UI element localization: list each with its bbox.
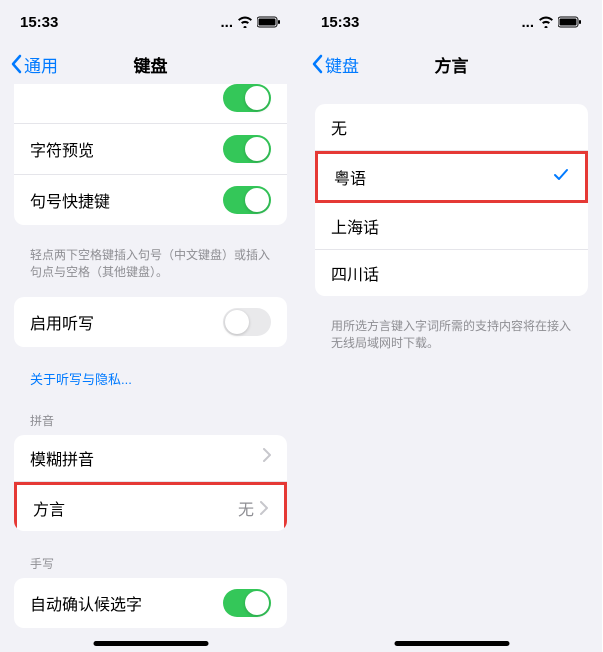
toggle-dictation[interactable] [223,308,271,336]
row-dialect[interactable]: 方言 无 [14,482,287,531]
row-cantonese[interactable]: 粤语 [315,151,588,203]
toggle-unknown[interactable] [223,84,271,112]
section-dialects: 无 粤语 上海话 四川话 [315,104,588,296]
status-indicators: ... [220,14,281,31]
status-bar: 15:33 ... [0,0,301,44]
chevron-left-icon [10,54,22,74]
nav-bar: 通用 键盘 [0,44,301,84]
home-indicator[interactable] [93,641,208,646]
page-title: 键盘 [134,52,168,77]
row-sichuanese[interactable]: 四川话 [315,250,588,296]
dialect-value: 无 [238,496,254,520]
header-handwriting: 手写 [0,547,301,578]
label: 模糊拼音 [30,446,94,470]
home-indicator[interactable] [394,641,509,646]
section-dictation: 启用听写 [14,297,287,347]
partial-row [14,80,287,124]
row-period-shortcut: 句号快捷键 [14,175,287,225]
row-none[interactable]: 无 [315,104,588,151]
value: 无 [238,496,268,520]
checkmark-icon [553,167,569,188]
label: 方言 [33,496,65,520]
back-button[interactable]: 键盘 [311,52,359,77]
battery-icon [558,16,582,28]
row-dictation: 启用听写 [14,297,287,347]
left-phone: 15:33 ... 通用 键盘 字符预览 句号快捷键 [0,0,301,652]
row-auto-confirm: 自动确认候选字 [14,578,287,628]
label: 上海话 [331,214,379,238]
status-time: 15:33 [20,14,58,31]
footer-dialect: 用所选方言键入字词所需的支持内容将在接入无线局域网时下载。 [301,312,602,368]
cellular-icon: ... [220,14,233,31]
row-fuzzy-pinyin[interactable]: 模糊拼音 [14,435,287,482]
chevron-left-icon [311,54,323,74]
wifi-icon [538,16,554,28]
toggle-char-preview[interactable] [223,135,271,163]
header-pinyin: 拼音 [0,404,301,435]
back-button[interactable]: 通用 [10,52,58,77]
battery-icon [257,16,281,28]
wifi-icon [237,16,253,28]
section-toggles: 字符预览 句号快捷键 [14,80,287,225]
label: 字符预览 [30,137,94,161]
section-handwriting: 自动确认候选字 [14,578,287,628]
back-label: 键盘 [325,52,359,77]
row-shanghainese[interactable]: 上海话 [315,203,588,250]
label: 粤语 [334,165,366,189]
chevron-right-icon [260,501,268,515]
row-char-preview: 字符预览 [14,124,287,175]
toggle-period-shortcut[interactable] [223,186,271,214]
label: 句号快捷键 [30,188,110,212]
page-title: 方言 [435,52,469,77]
label: 自动确认候选字 [30,591,142,615]
toggle-auto-confirm[interactable] [223,589,271,617]
footer-shortcut: 轻点两下空格键插入句号（中文键盘）或插入句点与空格（其他键盘）。 [0,241,301,297]
dictation-privacy-link[interactable]: 关于听写与隐私... [0,363,301,404]
status-time: 15:33 [321,14,359,31]
back-label: 通用 [24,52,58,77]
label: 启用听写 [30,310,94,334]
right-phone: 15:33 ... 键盘 方言 无 粤语 上海话 [301,0,602,652]
status-bar: 15:33 ... [301,0,602,44]
nav-bar: 键盘 方言 [301,44,602,84]
status-indicators: ... [521,14,582,31]
cellular-icon: ... [521,14,534,31]
section-pinyin: 模糊拼音 方言 无 [14,435,287,531]
label: 四川话 [331,261,379,285]
content: 无 粤语 上海话 四川话 用所选方言键入字词所需的支持内容将在接入无线局域网时下… [301,84,602,368]
chevron-right-icon [263,448,271,467]
label: 无 [331,115,347,139]
content: 字符预览 句号快捷键 轻点两下空格键插入句号（中文键盘）或插入句点与空格（其他键… [0,80,301,652]
